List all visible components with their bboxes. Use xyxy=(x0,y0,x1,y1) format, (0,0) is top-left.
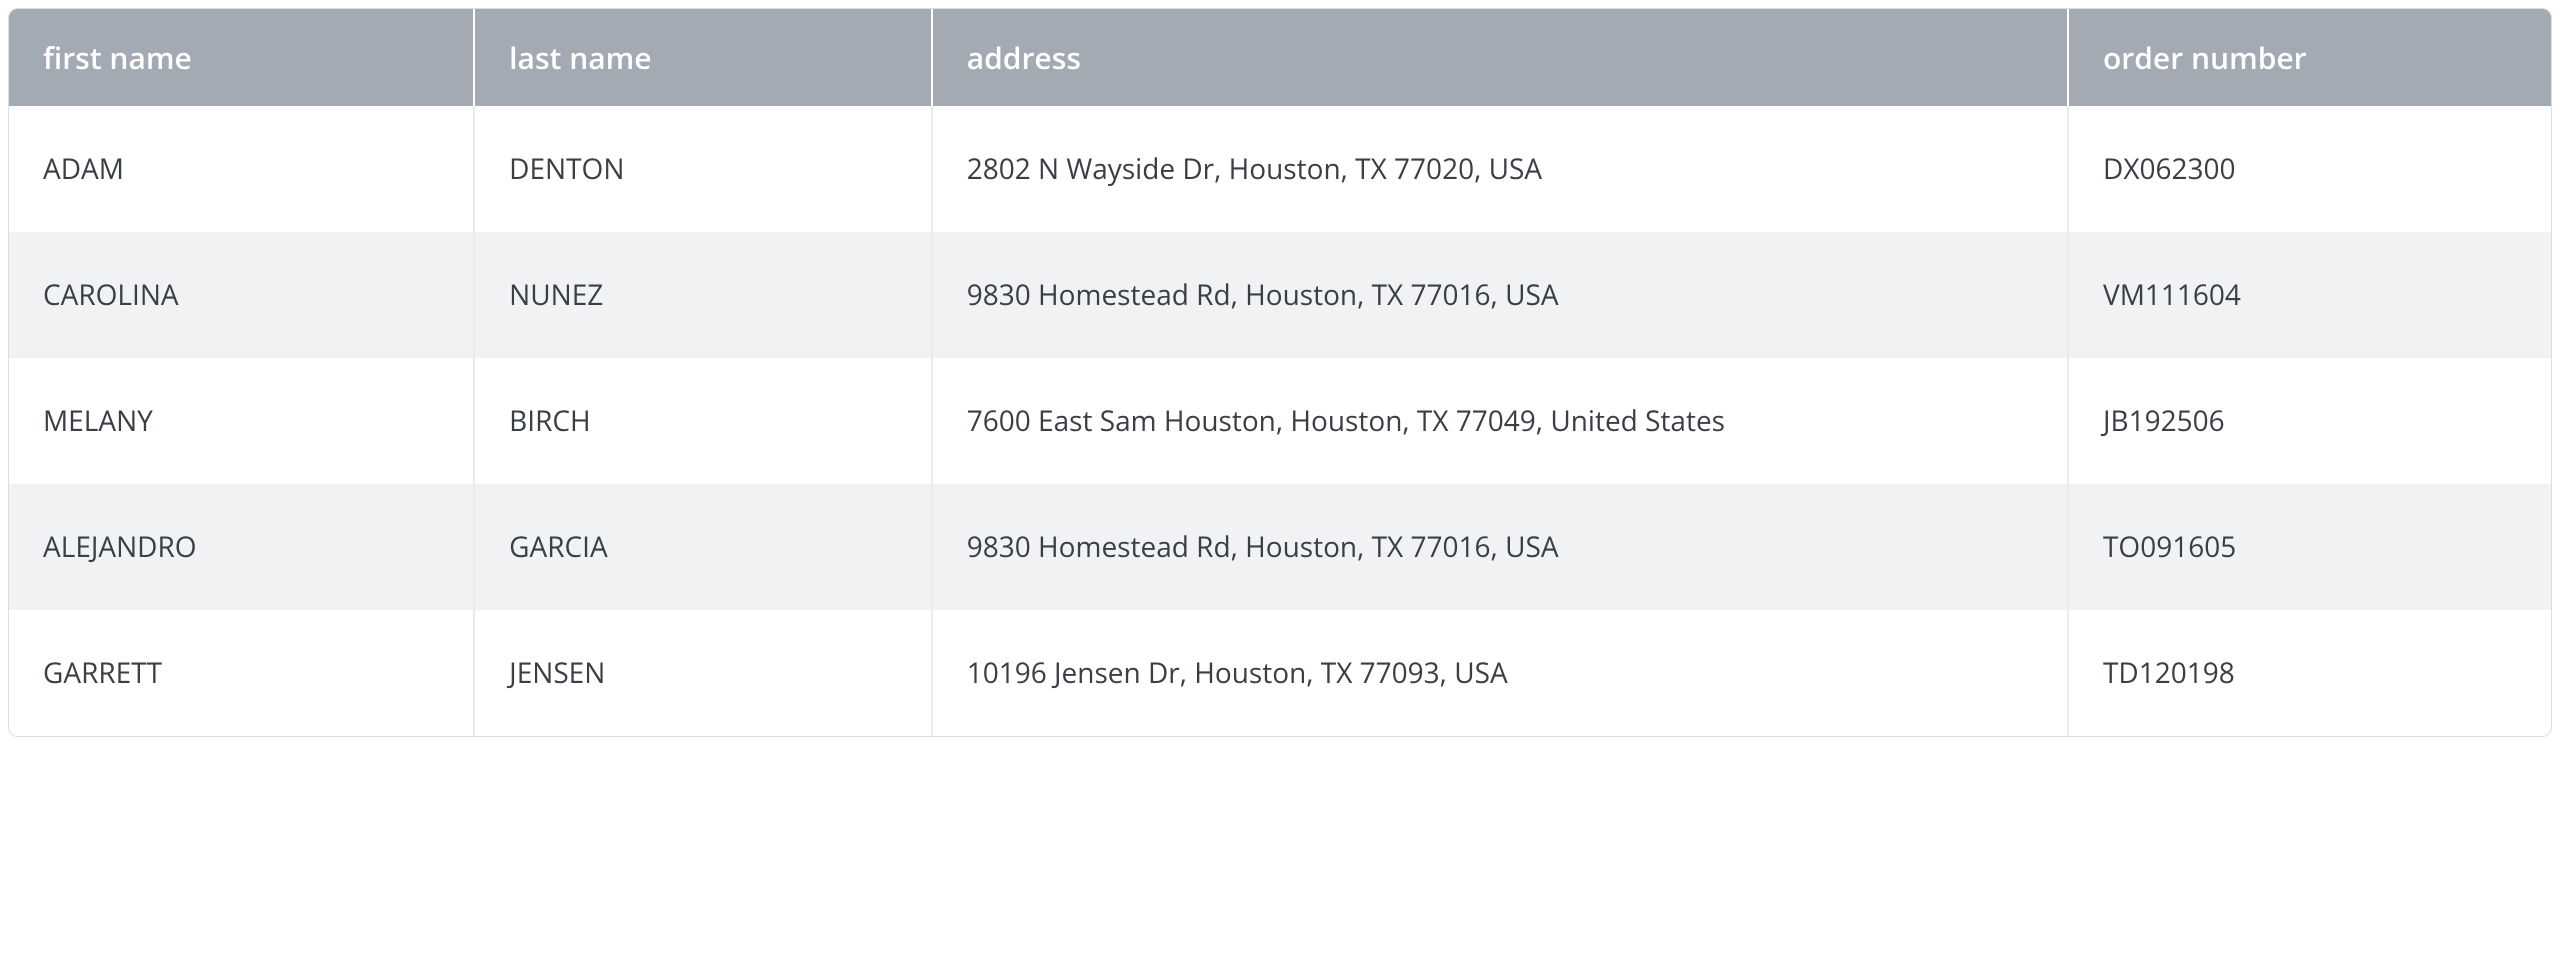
orders-table-container: first name last name address order numbe… xyxy=(8,8,2552,737)
cell-last-name: JENSEN xyxy=(474,610,932,736)
cell-first-name: ALEJANDRO xyxy=(9,484,474,610)
cell-last-name: DENTON xyxy=(474,106,932,232)
col-header-address: address xyxy=(932,9,2068,106)
table-row: ALEJANDRO GARCIA 9830 Homestead Rd, Hous… xyxy=(9,484,2551,610)
cell-address: 9830 Homestead Rd, Houston, TX 77016, US… xyxy=(932,232,2068,358)
cell-order-number: JB192506 xyxy=(2068,358,2551,484)
cell-address: 9830 Homestead Rd, Houston, TX 77016, US… xyxy=(932,484,2068,610)
cell-order-number: TO091605 xyxy=(2068,484,2551,610)
cell-address: 7600 East Sam Houston, Houston, TX 77049… xyxy=(932,358,2068,484)
col-header-first-name: first name xyxy=(9,9,474,106)
cell-first-name: ADAM xyxy=(9,106,474,232)
cell-address: 10196 Jensen Dr, Houston, TX 77093, USA xyxy=(932,610,2068,736)
table-row: GARRETT JENSEN 10196 Jensen Dr, Houston,… xyxy=(9,610,2551,736)
col-header-last-name: last name xyxy=(474,9,932,106)
table-row: CAROLINA NUNEZ 9830 Homestead Rd, Housto… xyxy=(9,232,2551,358)
cell-address: 2802 N Wayside Dr, Houston, TX 77020, US… xyxy=(932,106,2068,232)
table-row: MELANY BIRCH 7600 East Sam Houston, Hous… xyxy=(9,358,2551,484)
cell-order-number: TD120198 xyxy=(2068,610,2551,736)
cell-order-number: VM111604 xyxy=(2068,232,2551,358)
cell-first-name: GARRETT xyxy=(9,610,474,736)
cell-last-name: BIRCH xyxy=(474,358,932,484)
cell-first-name: MELANY xyxy=(9,358,474,484)
table-row: ADAM DENTON 2802 N Wayside Dr, Houston, … xyxy=(9,106,2551,232)
table-header-row: first name last name address order numbe… xyxy=(9,9,2551,106)
col-header-order-number: order number xyxy=(2068,9,2551,106)
cell-last-name: NUNEZ xyxy=(474,232,932,358)
orders-table: first name last name address order numbe… xyxy=(9,9,2551,736)
cell-last-name: GARCIA xyxy=(474,484,932,610)
cell-first-name: CAROLINA xyxy=(9,232,474,358)
cell-order-number: DX062300 xyxy=(2068,106,2551,232)
